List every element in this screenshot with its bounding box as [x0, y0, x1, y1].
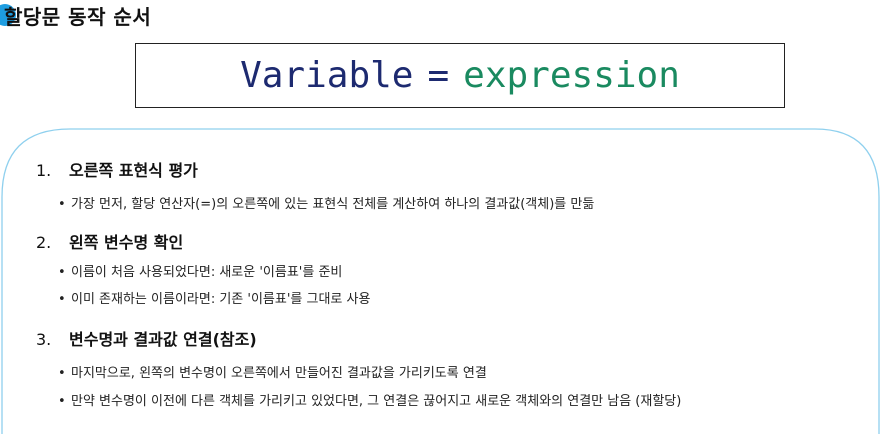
step-1-heading: 1. 오른쪽 표현식 평가: [36, 160, 198, 182]
bullet-dot: •: [58, 394, 66, 409]
step-3-number: 3.: [36, 330, 52, 349]
slide: 할당문 동작 순서 Variable = expression 1. 오른쪽 표현…: [0, 0, 881, 434]
step-2-heading: 2. 왼쪽 변수명 확인: [36, 232, 183, 254]
bullet-text: 가장 먼저, 할당 연산자(=)의 오른쪽에 있는 표현식 전체를 계산하여 하…: [71, 197, 595, 212]
step-3-bullet-1: • 마지막으로, 왼쪽의 변수명이 오른쪽에서 만들어진 결과값을 가리키도록 연…: [58, 365, 487, 383]
bullet-text: 이미 존재하는 이름이라면: 기존 '이름표'를 그대로 사용: [71, 292, 371, 307]
assignment-syntax-box: Variable = expression: [135, 43, 785, 108]
bullet-text: 만약 변수명이 이전에 다른 객체를 가리키고 있었다면, 그 연결은 끊어지고…: [71, 394, 682, 409]
step-2-number: 2.: [36, 233, 52, 252]
syntax-operator: =: [427, 55, 450, 96]
step-3-heading: 3. 변수명과 결과값 연결(참조): [36, 329, 257, 351]
bullet-dot: •: [58, 292, 66, 307]
page-title: 할당문 동작 순서: [4, 5, 152, 29]
syntax-variable: Variable: [240, 55, 414, 96]
step-2-bullet-1: • 이름이 처음 사용되었다면: 새로운 '이름표'를 준비: [58, 264, 342, 282]
bullet-text: 마지막으로, 왼쪽의 변수명이 오른쪽에서 만들어진 결과값을 가리키도록 연결: [71, 366, 487, 381]
step-2-bullet-2: • 이미 존재하는 이름이라면: 기존 '이름표'를 그대로 사용: [58, 291, 370, 309]
step-1-title: 오른쪽 표현식 평가: [69, 161, 198, 180]
bullet-dot: •: [58, 197, 66, 212]
bullet-text: 이름이 처음 사용되었다면: 새로운 '이름표'를 준비: [71, 265, 343, 280]
step-1-number: 1.: [36, 161, 52, 180]
bullet-dot: •: [58, 366, 66, 381]
syntax-expression: expression: [463, 55, 680, 96]
step-1-bullet-1: • 가장 먼저, 할당 연산자(=)의 오른쪽에 있는 표현식 전체를 계산하여 …: [58, 196, 594, 214]
step-2-title: 왼쪽 변수명 확인: [69, 233, 184, 252]
step-3-title: 변수명과 결과값 연결(참조): [69, 330, 257, 349]
step-3-bullet-2: • 만약 변수명이 이전에 다른 객체를 가리키고 있었다면, 그 연결은 끊어지…: [58, 393, 681, 411]
bullet-dot: •: [58, 265, 66, 280]
